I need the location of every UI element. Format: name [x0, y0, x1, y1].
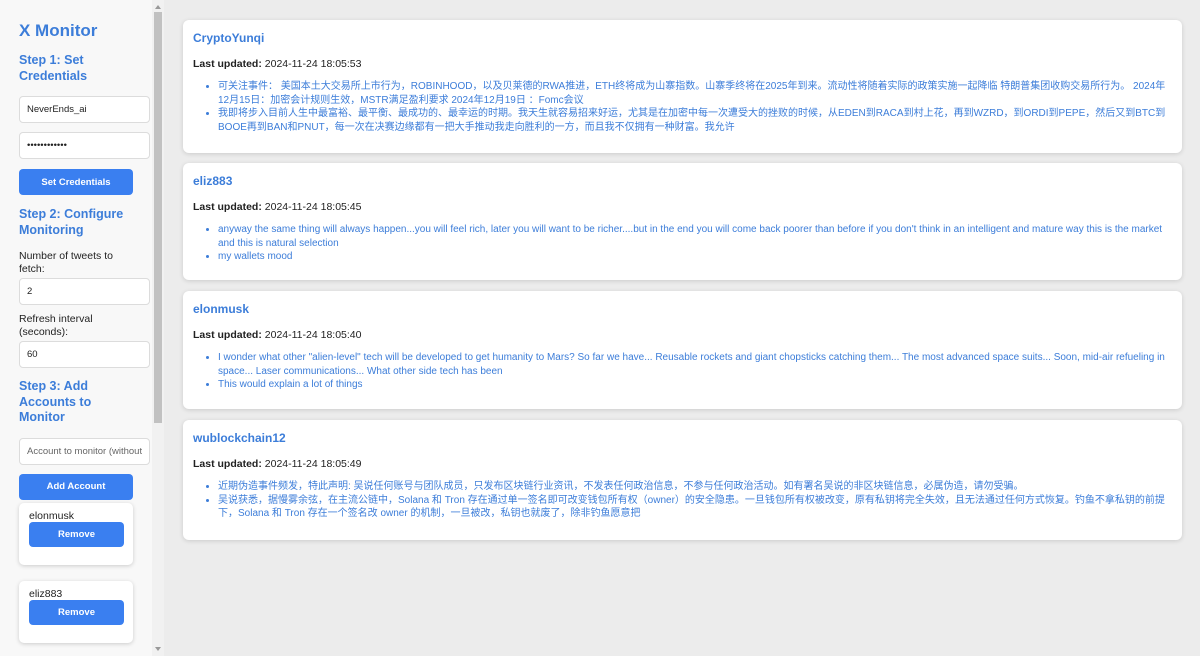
password-input[interactable]	[19, 132, 150, 159]
feed-username: CryptoYunqi	[193, 31, 265, 45]
tweet-item: 近期伪造事件频发，特此声明: 吴说任何账号与团队成员，只发布区块链行业资讯，不发…	[218, 480, 1173, 494]
tweets-count-label: Number of tweets to fetch:	[19, 250, 113, 275]
account-input[interactable]	[19, 437, 150, 465]
last-updated: Last updated: 2024-11-24 18:05:40	[193, 329, 362, 341]
app-title: X Monitor	[19, 21, 98, 40]
tweet-item: This would explain a lot of things	[218, 378, 1173, 392]
tweet-list: 可关注事件： 美国本土大交易所上市行为，ROBINHOOD，以及贝莱德的RWA推…	[193, 80, 1173, 134]
remove-account-button[interactable]: Remove	[29, 600, 124, 625]
last-updated: Last updated: 2024-11-24 18:05:49	[193, 458, 362, 470]
sidebar: X Monitor Step 1: Set Credentials Set Cr…	[0, 0, 152, 656]
tweet-item: my wallets mood	[218, 250, 1173, 264]
refresh-interval-label: Refresh interval (seconds):	[19, 313, 93, 338]
last-updated-label: Last updated:	[193, 329, 262, 341]
account-card-elonmusk: elonmusk Remove	[19, 503, 133, 565]
last-updated-time: 2024-11-24 18:05:49	[264, 458, 362, 470]
feed-username: elonmusk	[193, 302, 250, 316]
remove-account-button[interactable]: Remove	[29, 522, 124, 547]
last-updated-label: Last updated:	[193, 458, 262, 470]
set-credentials-button[interactable]: Set Credentials	[19, 169, 133, 195]
step2-title: Step 2: Configure Monitoring	[19, 207, 124, 237]
last-updated-label: Last updated:	[193, 201, 262, 213]
last-updated-time: 2024-11-24 18:05:53	[264, 58, 362, 70]
feed-username: wublockchain12	[193, 431, 286, 445]
username-input[interactable]	[19, 96, 150, 123]
last-updated-time: 2024-11-24 18:05:45	[264, 201, 362, 213]
feed-username: eliz883	[193, 174, 233, 188]
tweet-item: I wonder what other "alien-level" tech w…	[218, 351, 1173, 378]
last-updated: Last updated: 2024-11-24 18:05:45	[193, 201, 362, 213]
account-card-eliz883: eliz883 Remove	[19, 581, 133, 643]
last-updated-time: 2024-11-24 18:05:40	[264, 329, 362, 341]
account-name: eliz883	[29, 588, 63, 600]
feed-card-cryptoyunqi: CryptoYunqi Last updated: 2024-11-24 18:…	[183, 20, 1182, 153]
tweet-item: 我即将步入目前人生中最富裕、最平衡、最成功的、最幸运的时期。我天生就容易招来好运…	[218, 107, 1173, 134]
refresh-interval-input[interactable]	[19, 341, 150, 368]
add-account-button[interactable]: Add Account	[19, 473, 133, 500]
sidebar-scrollbar[interactable]	[152, 0, 164, 656]
scrollbar-thumb[interactable]	[154, 12, 162, 423]
last-updated: Last updated: 2024-11-24 18:05:53	[193, 58, 362, 70]
scroll-up-arrow-icon[interactable]	[155, 5, 161, 9]
step3-title: Step 3: Add Accounts to Monitor	[19, 379, 92, 424]
last-updated-label: Last updated:	[193, 58, 262, 70]
tweet-list: 近期伪造事件频发，特此声明: 吴说任何账号与团队成员，只发布区块链行业资讯，不发…	[193, 480, 1173, 521]
feed-card-eliz883: eliz883 Last updated: 2024-11-24 18:05:4…	[183, 163, 1182, 280]
tweet-item: 可关注事件： 美国本土大交易所上市行为，ROBINHOOD，以及贝莱德的RWA推…	[218, 80, 1173, 107]
tweet-list: I wonder what other "alien-level" tech w…	[193, 351, 1173, 392]
feed-card-wublockchain12: wublockchain12 Last updated: 2024-11-24 …	[183, 420, 1182, 540]
step1-title: Step 1: Set Credentials	[19, 53, 88, 83]
tweet-item: anyway the same thing will always happen…	[218, 223, 1173, 250]
feed-card-elonmusk: elonmusk Last updated: 2024-11-24 18:05:…	[183, 291, 1182, 409]
tweet-item: 吴说获悉，据慢雾余弦，在主流公链中，Solana 和 Tron 存在通过单一签名…	[218, 494, 1173, 521]
scroll-down-arrow-icon[interactable]	[155, 647, 161, 651]
tweet-list: anyway the same thing will always happen…	[193, 223, 1173, 264]
tweets-count-input[interactable]	[19, 278, 150, 305]
account-name: elonmusk	[29, 510, 74, 522]
